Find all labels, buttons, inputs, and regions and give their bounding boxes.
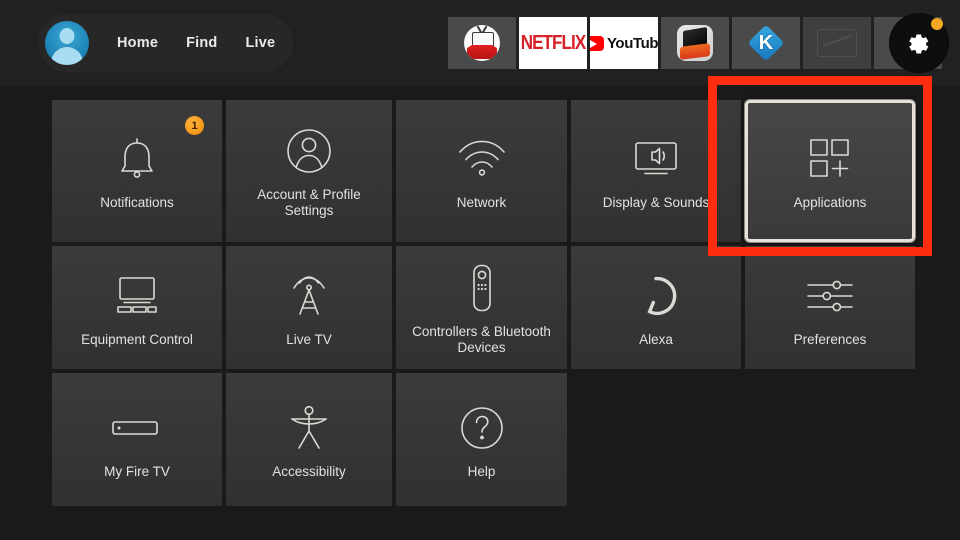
settings-tile-alexa[interactable]: Alexa xyxy=(571,246,741,369)
tile-label: Preferences xyxy=(793,331,867,347)
nav-item-live[interactable]: Live xyxy=(246,35,276,51)
kodi-icon: K xyxy=(747,24,785,62)
tile-label: Equipment Control xyxy=(81,331,193,347)
gear-icon xyxy=(909,34,929,54)
tile-icon-wrap xyxy=(110,268,164,324)
settings-tile-my-fire-tv[interactable]: My Fire TV xyxy=(52,373,222,506)
tile-label: Help xyxy=(467,463,496,479)
tile-icon-wrap xyxy=(808,131,852,187)
tile-label: Controllers & Bluetooth Devices xyxy=(412,323,551,355)
avatar-body xyxy=(51,47,83,65)
tile-label: Display & Sounds xyxy=(602,195,710,210)
question-circle-icon xyxy=(460,406,503,449)
settings-tile-notifications[interactable]: Notifications 1 xyxy=(52,100,222,242)
tile-icon-wrap xyxy=(286,123,332,179)
youtube-play-icon xyxy=(590,35,604,51)
nav-item-find[interactable]: Find xyxy=(186,35,217,51)
tile-label: Accessibility xyxy=(272,463,346,479)
settings-row-3: My Fire TV Accessibility Help xyxy=(52,373,919,506)
app-shortcut-fire-app[interactable] xyxy=(661,17,729,69)
tile-icon-wrap xyxy=(289,400,329,456)
settings-tile-accessibility[interactable]: Accessibility xyxy=(226,373,392,506)
settings-notification-badge xyxy=(931,18,943,30)
apps-grid-plus-icon xyxy=(810,139,849,177)
fire-tv-settings-screen: Home Find Live NETFLIX YouTube xyxy=(0,0,960,540)
settings-row-2: Equipment Control Live TV Controllers & … xyxy=(52,246,919,369)
settings-tile-live-tv[interactable]: Live TV xyxy=(226,246,392,369)
settings-tile-applications[interactable]: Applications xyxy=(745,100,915,242)
tile-label: Applications xyxy=(793,195,867,210)
tile-icon-wrap xyxy=(287,268,331,324)
tv-body xyxy=(472,32,494,47)
tile-label: Notifications xyxy=(100,195,174,210)
tile-icon-wrap xyxy=(460,400,504,456)
notifications-badge: 1 xyxy=(185,116,204,135)
alexa-ring-icon xyxy=(647,276,677,315)
red-box xyxy=(467,45,497,59)
settings-gear-button[interactable] xyxy=(890,14,948,72)
antenna-tower-icon xyxy=(293,275,325,315)
wifi-icon xyxy=(458,140,505,176)
settings-tile-equipment-control[interactable]: Equipment Control xyxy=(52,246,222,369)
profile-avatar[interactable] xyxy=(45,21,89,65)
avatar-head xyxy=(59,28,75,44)
tile-icon-wrap xyxy=(635,268,677,324)
nav-app-shortcuts: NETFLIX YouTube K xyxy=(445,17,942,69)
youtube-logo: YouTube xyxy=(590,35,658,52)
person-circle-icon xyxy=(287,129,331,173)
tv-speaker-icon xyxy=(635,142,677,175)
tile-icon-wrap xyxy=(630,131,682,187)
settings-tile-network[interactable]: Network xyxy=(396,100,567,242)
kodi-letter: K xyxy=(758,31,774,54)
nav-left-group: Home Find Live xyxy=(38,14,294,72)
fire-app-icon xyxy=(677,25,713,61)
settings-tile-preferences[interactable]: Preferences xyxy=(745,246,915,369)
netflix-wordmark: NETFLIX xyxy=(520,31,586,54)
app-shortcut-placeholder[interactable] xyxy=(803,17,871,69)
settings-row-1: Notifications 1 Account & Profile Settin… xyxy=(52,100,919,242)
tile-icon-wrap xyxy=(806,268,854,324)
youtube-wordmark: YouTube xyxy=(606,34,658,52)
tile-icon-wrap xyxy=(116,131,158,187)
tile-icon-wrap xyxy=(111,400,163,456)
firestick-icon xyxy=(112,420,158,435)
tile-label: Live TV xyxy=(286,331,332,347)
settings-tile-controllers-bluetooth-devices[interactable]: Controllers & Bluetooth Devices xyxy=(396,246,567,369)
nav-item-home[interactable]: Home xyxy=(117,35,158,51)
top-navigation-bar: Home Find Live NETFLIX YouTube xyxy=(0,0,960,86)
redbox-tv-icon xyxy=(464,25,500,61)
tile-icon-wrap xyxy=(470,260,494,316)
tile-icon-wrap xyxy=(457,131,507,187)
tile-label: My Fire TV xyxy=(104,463,170,479)
app-shortcut-netflix[interactable]: NETFLIX xyxy=(519,17,587,69)
fire-app-icon-orange-shape xyxy=(680,43,710,60)
accessibility-person-icon xyxy=(291,405,327,449)
tile-label: Network xyxy=(456,195,507,210)
settings-tile-help[interactable]: Help xyxy=(396,373,567,506)
app-shortcut-youtube[interactable]: YouTube xyxy=(590,17,658,69)
bell-icon xyxy=(121,138,153,178)
remote-control-icon xyxy=(472,264,491,311)
app-shortcut-kodi[interactable]: K xyxy=(732,17,800,69)
settings-tile-account-profile-settings[interactable]: Account & Profile Settings xyxy=(226,100,392,242)
tv-equipment-icon xyxy=(117,276,157,313)
placeholder-image-icon xyxy=(817,29,857,57)
sliders-icon xyxy=(807,280,853,311)
tile-label: Alexa xyxy=(639,331,673,347)
tile-label: Account & Profile Settings xyxy=(257,187,361,218)
settings-tile-grid: Notifications 1 Account & Profile Settin… xyxy=(52,100,919,510)
app-shortcut-redbox-tv[interactable] xyxy=(448,17,516,69)
settings-tile-display-sounds[interactable]: Display & Sounds xyxy=(571,100,741,242)
